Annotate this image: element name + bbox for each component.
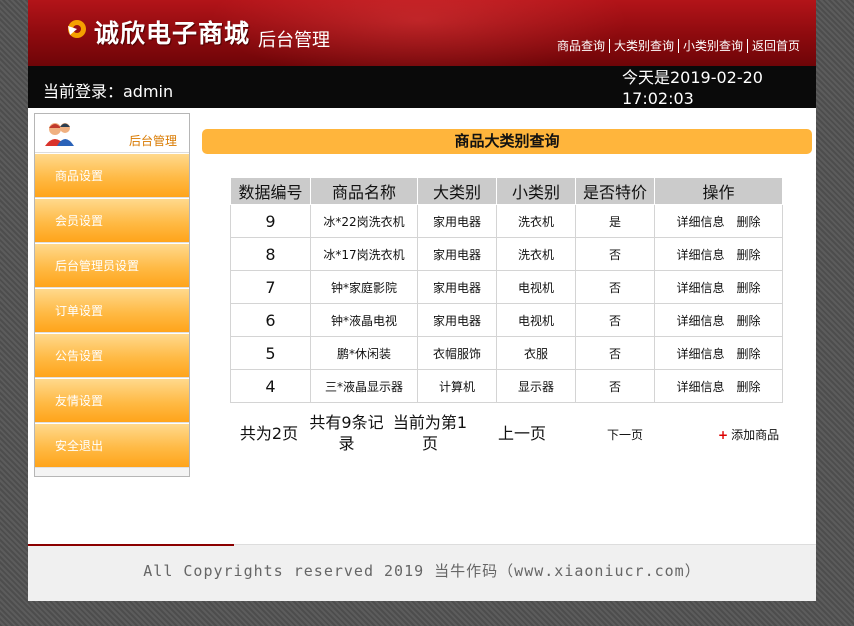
detail-link[interactable]: 详细信息 [676,380,724,394]
cell-actions: 详细信息 删除 [654,336,783,370]
cell-special: 是 [575,204,655,238]
logo-icon [68,20,86,38]
sidebar-item-logout[interactable]: 安全退出 [35,423,189,468]
detail-link[interactable]: 详细信息 [676,314,724,328]
cell-small-category: 电视机 [496,303,576,337]
col-id: 数据编号 [230,177,311,205]
cell-big-category: 家用电器 [417,270,497,304]
cell-name: 鹏*休闲装 [310,336,418,370]
cell-name: 钟*液晶电视 [310,303,418,337]
nav-big-category-query[interactable]: 大类别查询 [608,39,678,53]
col-name: 商品名称 [310,177,418,205]
cell-special: 否 [575,270,655,304]
cell-special: 否 [575,237,655,271]
cell-big-category: 家用电器 [417,204,497,238]
cell-actions: 详细信息 删除 [654,303,783,337]
col-actions: 操作 [654,177,783,205]
category-table: 数据编号 商品名称 大类别 小类别 是否特价 操作 9 冰*22岗洗衣机 家用电… [230,177,783,403]
footer: All Copyrights reserved 2019 当牛作码（www.xi… [28,544,816,601]
logo-text: 诚欣电子商城 [94,19,251,48]
clock-time: 17:02:03 [622,89,694,108]
site-header: 诚欣电子商城 后台管理 商品查询 大类别查询 小类别查询 返回首页 [28,0,816,66]
sidebar-item-link-settings[interactable]: 友情设置 [35,378,189,423]
sidebar-header: 后台管理 [35,114,189,153]
table-row: 8 冰*17岗洗衣机 家用电器 洗衣机 否 详细信息 删除 [230,237,783,271]
status-bar: 当前登录：admin 今天是2019-02-20 17:02:03 [28,66,816,108]
pager-current-page: 当前为第1页 [392,413,468,453]
delete-link[interactable]: 删除 [737,281,761,295]
table-row: 5 鹏*休闲装 衣帽服饰 衣服 否 详细信息 删除 [230,336,783,370]
col-special: 是否特价 [575,177,655,205]
table-row: 6 钟*液晶电视 家用电器 电视机 否 详细信息 删除 [230,303,783,337]
cell-id: 5 [230,336,311,370]
pager-total-records: 共有9条记录 [309,413,384,453]
col-big-category: 大类别 [417,177,497,205]
sidebar-item-admin-settings[interactable]: 后台管理员设置 [35,243,189,288]
cell-actions: 详细信息 删除 [654,369,783,403]
cell-big-category: 家用电器 [417,237,497,271]
cell-small-category: 电视机 [496,270,576,304]
plus-icon: + [718,428,729,442]
cell-special: 否 [575,336,655,370]
cell-actions: 详细信息 删除 [654,237,783,271]
delete-link[interactable]: 删除 [737,380,761,394]
col-small-category: 小类别 [496,177,576,205]
detail-link[interactable]: 详细信息 [676,248,724,262]
delete-link[interactable]: 删除 [737,215,761,229]
nav-small-category-query[interactable]: 小类别查询 [677,39,747,53]
cell-special: 否 [575,369,655,403]
table-row: 9 冰*22岗洗衣机 家用电器 洗衣机 是 详细信息 删除 [230,204,783,238]
detail-link[interactable]: 详细信息 [676,281,724,295]
copyright-text: All Copyrights reserved 2019 当牛作码（www.xi… [143,562,701,580]
cell-small-category: 衣服 [496,336,576,370]
page-title: 商品大类别查询 [202,129,812,154]
cell-name: 钟*家庭影院 [310,270,418,304]
cell-small-category: 显示器 [496,369,576,403]
delete-link[interactable]: 删除 [737,248,761,262]
pager-next-link[interactable]: 下一页 [598,425,652,446]
cell-small-category: 洗衣机 [496,237,576,271]
table-header-row: 数据编号 商品名称 大类别 小类别 是否特价 操作 [230,177,783,205]
sidebar-item-member-settings[interactable]: 会员设置 [35,198,189,243]
login-user: 当前登录：admin [43,82,174,101]
cell-id: 7 [230,270,311,304]
cell-actions: 详细信息 删除 [654,270,783,304]
cell-id: 6 [230,303,311,337]
cell-special: 否 [575,303,655,337]
cell-big-category: 计算机 [417,369,497,403]
cell-big-category: 衣帽服饰 [417,336,497,370]
cell-id: 9 [230,204,311,238]
pager-prev-link[interactable]: 上一页 [490,423,554,444]
top-nav: 商品查询 大类别查询 小类别查询 返回首页 [553,37,804,54]
cell-actions: 详细信息 删除 [654,204,783,238]
sidebar: 后台管理 商品设置 会员设置 后台管理员设置 订单设置 公告设置 友情设置 安全… [34,113,190,477]
cell-big-category: 家用电器 [417,303,497,337]
sidebar-title: 后台管理 [128,134,177,148]
nav-product-query[interactable]: 商品查询 [553,39,609,53]
clock: 今天是2019-02-20 17:02:03 [622,67,782,109]
cell-name: 三*液晶显示器 [310,369,418,403]
clock-date: 今天是2019-02-20 [622,68,763,87]
sidebar-item-notice-settings[interactable]: 公告设置 [35,333,189,378]
nav-home[interactable]: 返回首页 [746,39,804,53]
table-row: 7 钟*家庭影院 家用电器 电视机 否 详细信息 删除 [230,270,783,304]
add-product-button[interactable]: + 添加商品 [718,426,779,443]
detail-link[interactable]: 详细信息 [676,215,724,229]
pager-total-pages: 共为2页 [239,424,299,443]
detail-link[interactable]: 详细信息 [676,347,724,361]
sidebar-item-order-settings[interactable]: 订单设置 [35,288,189,333]
cell-small-category: 洗衣机 [496,204,576,238]
add-product-label: 添加商品 [731,428,780,442]
cell-name: 冰*17岗洗衣机 [310,237,418,271]
page-wrapper: 诚欣电子商城 后台管理 商品查询 大类别查询 小类别查询 返回首页 当前登录：admi… [28,0,816,601]
delete-link[interactable]: 删除 [737,314,761,328]
cell-id: 8 [230,237,311,271]
table-row: 4 三*液晶显示器 计算机 显示器 否 详细信息 删除 [230,369,783,403]
cell-name: 冰*22岗洗衣机 [310,204,418,238]
cell-id: 4 [230,369,311,403]
users-icon [45,123,74,146]
logo-subtitle: 后台管理 [258,30,330,51]
sidebar-item-product-settings[interactable]: 商品设置 [35,153,189,198]
delete-link[interactable]: 删除 [737,347,761,361]
